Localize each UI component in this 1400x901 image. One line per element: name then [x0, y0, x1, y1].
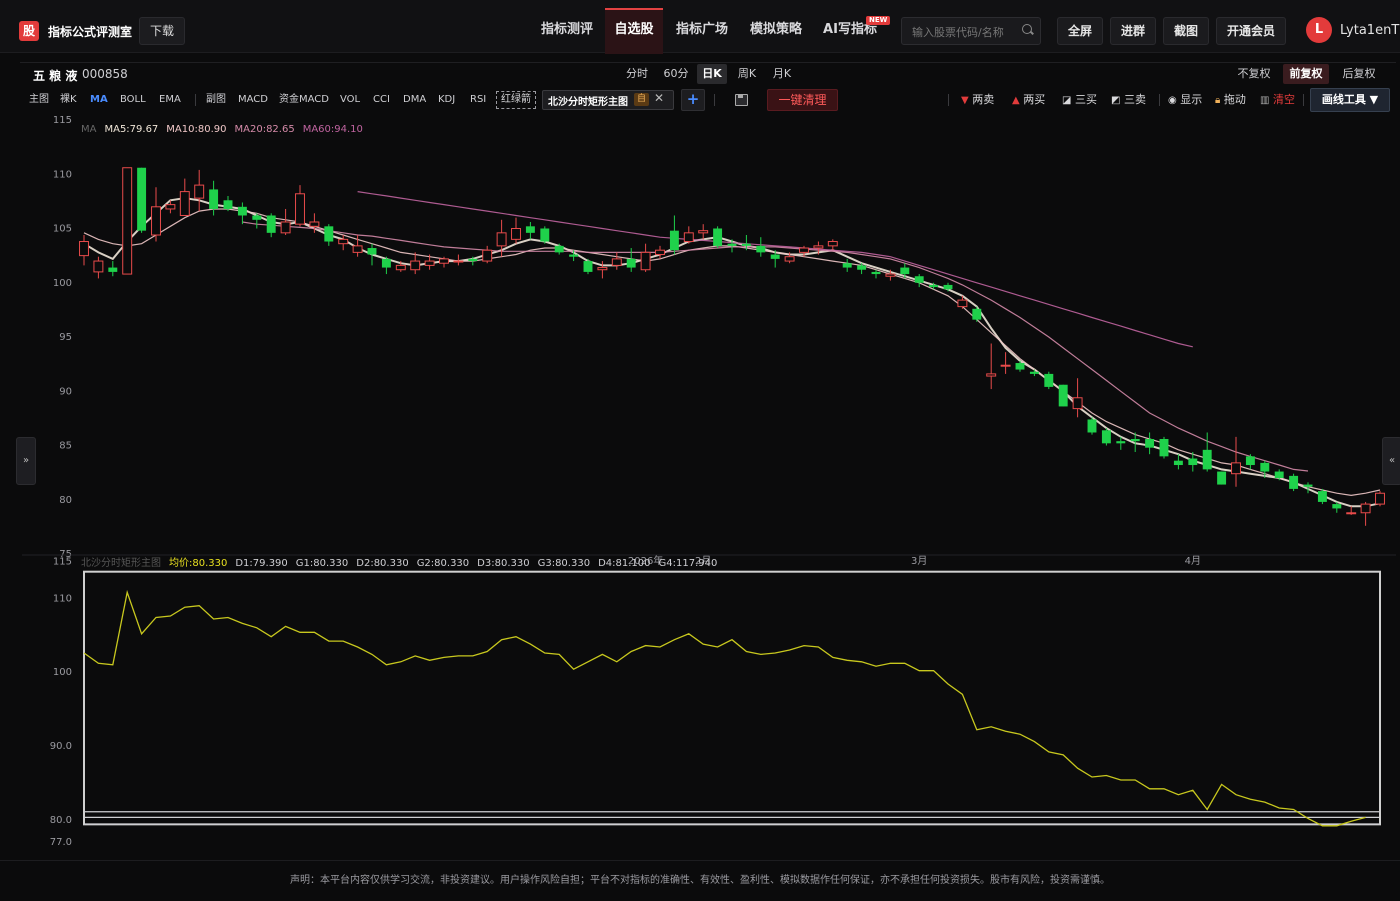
app-logo-icon: 股 — [19, 21, 39, 41]
adjust-none[interactable]: 不复权 — [1232, 64, 1276, 84]
username[interactable]: Lyta1enT — [1340, 23, 1399, 38]
stock-search-box[interactable] — [901, 17, 1041, 45]
active-indicator-tag[interactable]: 北沙分时矩形主图 自 ✕ — [542, 90, 674, 110]
indicator-sub-chart[interactable]: 副图 — [206, 90, 226, 110]
app-title: 指标公式评测室 — [48, 25, 133, 39]
indicator-ma[interactable]: MA — [90, 90, 108, 110]
indicator-bare-k[interactable]: 裸K — [60, 90, 77, 110]
one-click-clear-button[interactable]: 一键清理 — [767, 89, 838, 111]
eye-icon: ◉ — [1168, 95, 1177, 106]
toolbar-divider — [195, 94, 196, 106]
adjust-backward[interactable]: 后复权 — [1337, 64, 1381, 84]
down-triangle-icon: ▼ — [961, 95, 969, 106]
period-tab-60min[interactable]: 60分 — [660, 64, 692, 84]
signal-two-sell[interactable]: ▼ 两卖 — [961, 90, 994, 110]
indicator-vol[interactable]: VOL — [340, 90, 360, 110]
signal-label: 两卖 — [972, 93, 995, 106]
fullscreen-button[interactable]: 全屏 — [1057, 17, 1103, 45]
nav-tab-watchlist[interactable]: 自选股 — [605, 8, 663, 54]
add-indicator-button[interactable]: + — [681, 89, 705, 111]
stock-search-input[interactable] — [910, 22, 1022, 42]
signal-label: 三卖 — [1123, 93, 1146, 106]
download-button[interactable]: 下载 — [139, 17, 185, 45]
adjust-forward[interactable]: 前复权 — [1283, 64, 1329, 84]
signal-label: 显示 — [1180, 93, 1203, 106]
indicator-fund-macd[interactable]: 资金MACD — [279, 90, 329, 110]
indicator-macd[interactable]: MACD — [238, 90, 268, 110]
toggle-drag[interactable]: 🔒︎ 拖动 — [1215, 90, 1246, 110]
toolbar-divider — [1303, 94, 1304, 106]
right-panel-toggle[interactable]: « — [1382, 437, 1400, 485]
screenshot-button[interactable]: 截图 — [1163, 17, 1209, 45]
active-indicator-label: 北沙分时矩形主图 — [548, 97, 628, 108]
indicator-main-chart[interactable]: 主图 — [29, 90, 49, 110]
stock-code: 000858 — [82, 67, 128, 81]
nav-tab-indicator-review[interactable]: 指标测评 — [530, 8, 604, 52]
period-tab-daily[interactable]: 日K — [697, 64, 727, 84]
indicator-kdj[interactable]: KDJ — [438, 90, 455, 110]
signal-three-sell[interactable]: ◩ 三卖 — [1111, 90, 1146, 110]
toolbar-divider — [714, 94, 715, 106]
nav-tab-ai-write[interactable]: AI写指标 — [816, 8, 884, 52]
signal-label: 两买 — [1023, 93, 1046, 106]
period-tab-monthly[interactable]: 月K — [767, 64, 797, 84]
stock-name: 五 粮 液 — [33, 69, 78, 83]
indicator-cci[interactable]: CCI — [373, 90, 390, 110]
indicator-dma[interactable]: DMA — [403, 90, 426, 110]
signal-label: 清空 — [1272, 93, 1295, 106]
toolbar-divider — [1159, 94, 1160, 106]
indicator-boll[interactable]: BOLL — [120, 90, 146, 110]
nav-tab-indicator-plaza[interactable]: 指标广场 — [668, 8, 736, 52]
membership-button[interactable]: 开通会员 — [1216, 17, 1286, 45]
signal-label: 拖动 — [1223, 93, 1246, 106]
lock-icon: 🔒︎ — [1215, 95, 1221, 106]
indicator-ema[interactable]: EMA — [159, 90, 181, 110]
nav-tab-sim-strategy[interactable]: 模拟策略 — [742, 8, 810, 52]
join-group-button[interactable]: 进群 — [1110, 17, 1156, 45]
trash-icon: ▥ — [1260, 95, 1270, 106]
self-badge: 自 — [634, 93, 650, 106]
new-badge: NEW — [866, 16, 891, 25]
chart-icon: ◪ — [1062, 95, 1072, 106]
search-icon[interactable] — [1022, 24, 1032, 34]
chart-icon: ◩ — [1111, 95, 1121, 106]
save-icon[interactable] — [735, 94, 748, 106]
clear-drawings[interactable]: ▥ 清空 — [1260, 90, 1295, 110]
up-triangle-icon: ▲ — [1012, 95, 1020, 106]
signal-two-buy[interactable]: ▲ 两买 — [1012, 90, 1045, 110]
left-panel-toggle[interactable]: » — [16, 437, 36, 485]
indicator-red-green-arrow[interactable]: 红绿箭 — [496, 91, 536, 109]
signal-label: 三买 — [1074, 93, 1097, 106]
period-tab-intraday[interactable]: 分时 — [622, 64, 652, 84]
chart-panel — [20, 62, 1396, 858]
close-icon[interactable]: ✕ — [654, 91, 664, 105]
drawing-tools-dropdown[interactable]: 画线工具 ▼ — [1310, 88, 1390, 112]
signal-three-buy[interactable]: ◪ 三买 — [1062, 90, 1097, 110]
avatar[interactable]: L — [1306, 17, 1332, 43]
disclaimer-footer: 声明：本平台内容仅供学习交流，非投资建议。用户操作风险自担；平台不对指标的准确性… — [0, 860, 1400, 901]
period-tab-weekly[interactable]: 周K — [732, 64, 762, 84]
indicator-rsi[interactable]: RSI — [470, 90, 486, 110]
toggle-show[interactable]: ◉ 显示 — [1168, 90, 1202, 110]
toolbar-divider — [948, 94, 949, 106]
